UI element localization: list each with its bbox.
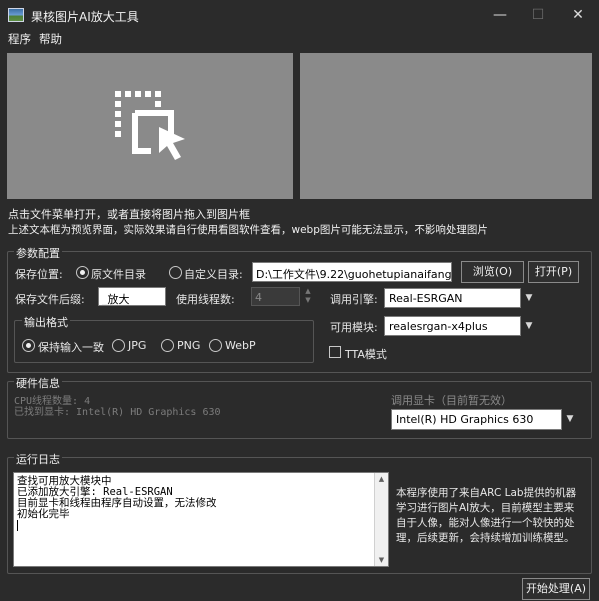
threads-spin-arrows[interactable]: ▲ ▼ — [301, 287, 315, 306]
format-png-label[interactable]: PNG — [177, 339, 200, 352]
gpu-dropdown-arrow[interactable]: ▼ — [561, 409, 578, 430]
engine-select[interactable]: Real-ESRGAN — [384, 288, 521, 308]
threads-label: 使用线程数: — [176, 293, 235, 306]
threads-spinbox[interactable]: 4 — [251, 287, 300, 306]
model-select[interactable]: realesrgan-x4plus — [384, 316, 521, 336]
open-button[interactable]: 打开(P) — [528, 261, 579, 283]
scroll-down-icon[interactable]: ▼ — [375, 554, 388, 566]
format-radio-jpg[interactable] — [112, 339, 125, 352]
save-location-label: 保存位置: — [15, 268, 63, 281]
format-radio-keep[interactable] — [22, 339, 35, 352]
format-group-label: 输出格式 — [22, 314, 70, 330]
suffix-input[interactable]: _放大 — [98, 287, 166, 306]
start-processing-button[interactable]: 开始处理(A) — [522, 578, 590, 600]
browse-button[interactable]: 浏览(O) — [461, 261, 524, 283]
radio-custom-dir[interactable] — [169, 266, 182, 279]
radio-original-dir-label[interactable]: 原文件目录 — [91, 266, 146, 282]
log-line: 初始化完毕 — [17, 508, 70, 520]
model-info-text: 本程序使用了来自ARC Lab提供的机器学习进行图片AI放大，目前模型主要来自于… — [396, 487, 577, 544]
custom-path-input[interactable]: D:\工作文件\9.22\guohetupianaifangda\ — [252, 262, 452, 282]
maximize-button[interactable]: ☐ — [523, 4, 553, 26]
app-icon — [8, 8, 24, 22]
text-cursor — [17, 520, 18, 531]
model-label: 可用模块: — [330, 321, 378, 334]
menu-bar: 程序 帮助 — [0, 30, 599, 48]
format-radio-webp[interactable] — [209, 339, 222, 352]
menu-help[interactable]: 帮助 — [39, 31, 62, 47]
suffix-label: 保存文件后缀: — [15, 293, 85, 306]
format-keep-label[interactable]: 保持输入一致 — [38, 339, 104, 355]
minimize-button[interactable]: — — [485, 4, 515, 26]
gpu-select-label: 调用显卡（目前暂无效） — [391, 394, 512, 407]
radio-original-dir[interactable] — [76, 266, 89, 279]
gpu-select[interactable]: Intel(R) HD Graphics 630 — [391, 409, 562, 430]
scroll-up-icon[interactable]: ▲ — [375, 473, 388, 485]
drop-image-icon — [115, 91, 185, 160]
log-line: 目前显卡和线程由程序自动设置，无法修改 — [17, 497, 217, 509]
input-image-preview[interactable] — [7, 53, 293, 199]
log-textarea[interactable]: 查找可用放大模块中 已添加放大引擎: Real-ESRGAN 目前显卡和线程由程… — [13, 472, 389, 567]
close-button[interactable]: ✕ — [563, 4, 593, 26]
engine-dropdown-arrow[interactable]: ▼ — [520, 288, 537, 308]
log-group-label: 运行日志 — [14, 451, 62, 467]
output-image-preview[interactable] — [300, 53, 592, 199]
format-radio-png[interactable] — [161, 339, 174, 352]
format-webp-label[interactable]: WebP — [225, 339, 256, 352]
format-jpg-label[interactable]: JPG — [128, 339, 146, 352]
params-group-label: 参数配置 — [14, 245, 62, 261]
engine-label: 调用引擎: — [330, 293, 378, 306]
tta-checkbox[interactable] — [329, 346, 341, 358]
hardware-group-label: 硬件信息 — [14, 375, 62, 391]
tta-label[interactable]: TTA模式 — [345, 346, 387, 362]
hint-preview-note: 上述文本框为预览界面，实际效果请自行使用看图软件查看，webp图片可能无法显示，… — [8, 224, 488, 236]
gpu-found-info: 已找到显卡: Intel(R) HD Graphics 630 — [14, 407, 221, 418]
window-title: 果核图片AI放大工具 — [31, 10, 139, 24]
model-dropdown-arrow[interactable]: ▼ — [520, 316, 537, 336]
radio-custom-dir-label[interactable]: 自定义目录: — [184, 266, 243, 282]
log-scrollbar[interactable]: ▲ ▼ — [374, 473, 388, 566]
title-bar: 果核图片AI放大工具 — ☐ ✕ — [0, 0, 599, 30]
menu-program[interactable]: 程序 — [8, 31, 31, 47]
hint-open-file: 点击文件菜单打开，或者直接将图片拖入到图片框 — [8, 208, 250, 221]
